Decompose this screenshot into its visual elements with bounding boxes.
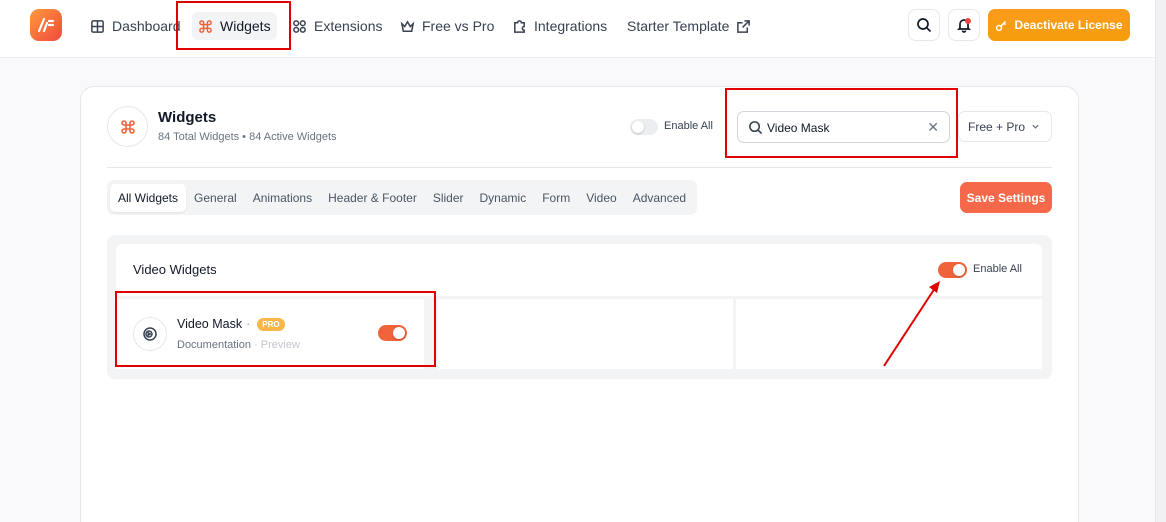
- clear-search-icon[interactable]: ✕: [927, 119, 939, 136]
- logo-mark-icon: [37, 17, 55, 33]
- nav-widgets[interactable]: Widgets: [192, 12, 277, 40]
- tab-header-footer[interactable]: Header & Footer: [320, 184, 425, 212]
- nav-integrations-label: Integrations: [534, 18, 608, 34]
- empty-widget-cell: [438, 299, 733, 369]
- toggle-knob: [632, 121, 644, 133]
- plan-filter-label: Free + Pro: [968, 119, 1026, 134]
- nav-widgets-label: Widgets: [220, 18, 271, 34]
- widget-search-box[interactable]: ✕: [737, 111, 950, 143]
- tab-form[interactable]: Form: [534, 184, 578, 212]
- tab-slider[interactable]: Slider: [425, 184, 472, 212]
- nav-extensions-label: Extensions: [314, 18, 383, 34]
- empty-widget-cell: [736, 299, 1042, 369]
- tab-dynamic[interactable]: Dynamic: [472, 184, 535, 212]
- category-tabs: All Widgets General Animations Header & …: [107, 180, 698, 215]
- video-widgets-header: [116, 244, 1042, 296]
- section-enable-all-toggle[interactable]: [938, 262, 967, 278]
- pro-badge: PRO: [257, 317, 285, 331]
- widget-search-input[interactable]: [767, 118, 927, 138]
- deactivate-license-button[interactable]: Deactivate License: [988, 9, 1130, 41]
- tab-all-widgets[interactable]: All Widgets: [110, 183, 187, 212]
- tab-animations[interactable]: Animations: [245, 184, 320, 212]
- nav-integrations[interactable]: Integrations: [506, 12, 613, 40]
- page-scrollbar[interactable]: [1155, 0, 1166, 522]
- tab-general[interactable]: General: [186, 184, 245, 212]
- app-logo[interactable]: [30, 9, 62, 41]
- video-mask-widget-icon: [133, 317, 167, 351]
- external-link-icon: [737, 19, 751, 33]
- deactivate-license-label: Deactivate License: [1014, 18, 1123, 32]
- notifications-button[interactable]: [948, 9, 980, 41]
- tab-video[interactable]: Video: [578, 184, 624, 212]
- widget-count-summary: 84 Total Widgets • 84 Active Widgets: [158, 131, 337, 143]
- header-divider: [107, 167, 1052, 168]
- widget-name: Video Mask: [177, 317, 243, 331]
- crown-icon: [400, 19, 415, 32]
- global-enable-all-toggle[interactable]: [630, 119, 658, 135]
- documentation-link[interactable]: Documentation: [177, 339, 251, 351]
- command-icon: [199, 19, 212, 33]
- search-icon: [749, 121, 763, 135]
- separator-dot: ·: [254, 339, 261, 351]
- chevron-down-icon: [1032, 124, 1039, 129]
- puzzle-icon: [514, 19, 525, 33]
- toggle-knob: [953, 264, 965, 276]
- key-icon: [996, 20, 1007, 31]
- extensions-icon: [293, 19, 306, 33]
- widget-links: Documentation · Preview: [177, 339, 300, 351]
- search-icon: [917, 18, 932, 33]
- section-enable-all-label: Enable All: [973, 263, 1022, 275]
- preview-link[interactable]: Preview: [261, 339, 300, 351]
- nav-free-vs-pro-label: Free vs Pro: [422, 18, 495, 34]
- video-mask-icon: [143, 327, 157, 341]
- plan-filter-select[interactable]: Free + Pro: [958, 111, 1052, 142]
- global-enable-all-label: Enable All: [664, 120, 713, 132]
- nav-starter-template[interactable]: Starter Template: [621, 12, 757, 40]
- widgets-header-icon: [107, 106, 148, 147]
- notification-dot: [965, 18, 971, 24]
- nav-extensions[interactable]: Extensions: [286, 12, 388, 40]
- tab-advanced[interactable]: Advanced: [625, 184, 694, 212]
- toggle-knob: [393, 327, 405, 339]
- nav-starter-template-label: Starter Template: [627, 18, 730, 34]
- video-mask-toggle[interactable]: [378, 325, 407, 341]
- separator-dot: ·: [246, 317, 251, 331]
- nav-dashboard[interactable]: Dashboard: [84, 12, 187, 40]
- dashboard-icon: [91, 19, 104, 33]
- save-settings-button[interactable]: Save Settings: [960, 182, 1052, 213]
- widget-title: Video Mask · PRO: [177, 317, 285, 331]
- nav-dashboard-label: Dashboard: [112, 18, 181, 34]
- page-title: Widgets: [158, 109, 217, 126]
- section-title: Video Widgets: [133, 262, 217, 277]
- search-button[interactable]: [908, 9, 940, 41]
- nav-free-vs-pro[interactable]: Free vs Pro: [394, 12, 500, 40]
- command-icon: [120, 119, 135, 134]
